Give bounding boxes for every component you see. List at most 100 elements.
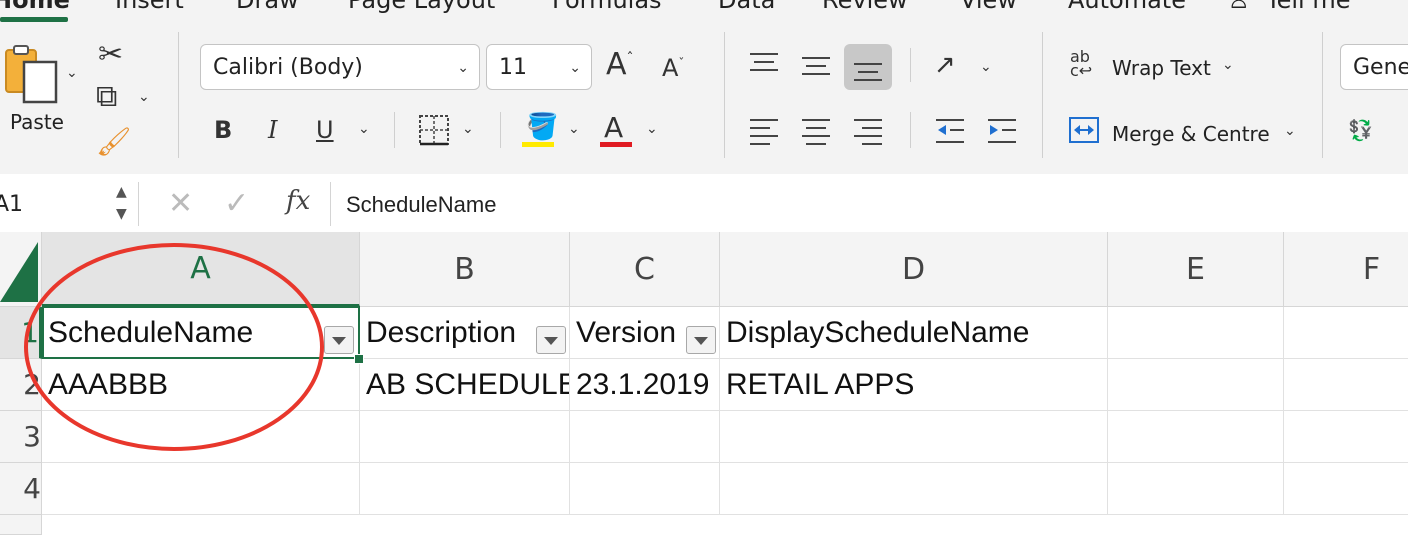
- filter-dropdown-a[interactable]: [324, 326, 354, 354]
- cell-f4[interactable]: [1284, 463, 1408, 515]
- select-all-button[interactable]: [0, 232, 42, 307]
- borders-icon[interactable]: [418, 114, 450, 146]
- column-header-d[interactable]: D: [720, 232, 1108, 307]
- decrease-font-size-icon[interactable]: Aˇ: [662, 56, 684, 80]
- fill-color-icon[interactable]: 🪣: [526, 114, 558, 140]
- cell-c4[interactable]: [570, 463, 720, 515]
- filter-dropdown-b[interactable]: [536, 326, 566, 354]
- font-color-icon[interactable]: A: [604, 114, 623, 142]
- row-header-3[interactable]: 3: [0, 411, 42, 463]
- cell-a3[interactable]: [42, 411, 360, 463]
- tab-review[interactable]: Review: [822, 0, 908, 14]
- underline-icon[interactable]: U: [316, 118, 334, 142]
- wrap-text-button[interactable]: ab c↩ Wrap Text ⌄: [1066, 46, 1266, 86]
- cell-b2[interactable]: AB SCHEDULE: [360, 359, 570, 411]
- cell-f3[interactable]: [1284, 411, 1408, 463]
- cell-c2[interactable]: 23.1.2019: [570, 359, 720, 411]
- font-name-value: Calibri (Body): [213, 55, 363, 80]
- tab-insert[interactable]: Insert: [115, 0, 184, 14]
- fill-handle[interactable]: [354, 354, 364, 364]
- formula-input[interactable]: ScheduleName: [346, 192, 496, 218]
- cell-d1[interactable]: DisplayScheduleName: [720, 307, 1108, 359]
- orientation-icon[interactable]: ↗: [934, 52, 956, 78]
- lightbulb-icon[interactable]: ♙: [1228, 0, 1250, 14]
- filter-dropdown-c[interactable]: [686, 326, 716, 354]
- cell-a1[interactable]: ScheduleName: [42, 307, 360, 359]
- fill-color-swatch: [522, 142, 554, 147]
- align-center-icon[interactable]: [800, 116, 832, 146]
- formula-bar: A1 ▲ ▼ ✕ ✓ fx ScheduleName: [0, 174, 1408, 233]
- cell-d2[interactable]: RETAIL APPS: [720, 359, 1108, 411]
- tab-view[interactable]: View: [960, 0, 1017, 14]
- merge-centre-icon: [1069, 117, 1099, 143]
- row-header-2[interactable]: 2: [0, 359, 42, 411]
- enter-icon[interactable]: ✓: [224, 186, 249, 221]
- align-bottom-button[interactable]: [844, 44, 892, 90]
- cancel-icon[interactable]: ✕: [168, 186, 193, 221]
- tab-automate[interactable]: Automate: [1068, 0, 1186, 14]
- cell-e3[interactable]: [1108, 411, 1284, 463]
- font-color-swatch: [600, 142, 632, 147]
- name-box-up-icon[interactable]: ▲: [116, 184, 127, 200]
- cell-d3[interactable]: [720, 411, 1108, 463]
- decrease-indent-icon[interactable]: [934, 116, 966, 146]
- number-format-value: General: [1353, 55, 1408, 80]
- align-middle-icon[interactable]: [800, 52, 832, 80]
- row-header-1[interactable]: 1: [0, 307, 42, 359]
- cell-e4[interactable]: [1108, 463, 1284, 515]
- cell-d4[interactable]: [720, 463, 1108, 515]
- column-header-e[interactable]: E: [1108, 232, 1284, 307]
- number-format-select[interactable]: General: [1340, 44, 1408, 90]
- cell-b4[interactable]: [360, 463, 570, 515]
- name-box[interactable]: A1 ▲ ▼: [0, 182, 139, 226]
- tab-page-layout[interactable]: Page Layout: [348, 0, 495, 14]
- currency-format-icon[interactable]: 💱: [1348, 120, 1373, 140]
- borders-chevron-icon[interactable]: ⌄: [462, 122, 474, 136]
- format-painter-icon[interactable]: 🖌: [96, 128, 132, 156]
- increase-indent-icon[interactable]: [986, 116, 1018, 146]
- align-top-icon[interactable]: [748, 50, 780, 76]
- tab-data[interactable]: Data: [718, 0, 775, 14]
- column-header-c[interactable]: C: [570, 232, 720, 307]
- tab-draw[interactable]: Draw: [236, 0, 299, 14]
- font-name-select[interactable]: Calibri (Body) ⌄: [200, 44, 480, 90]
- row-header-4[interactable]: 4: [0, 463, 42, 515]
- tab-tell-me[interactable]: Tell me: [1266, 0, 1350, 14]
- column-header-b[interactable]: B: [360, 232, 570, 307]
- tab-formulas[interactable]: Formulas: [552, 0, 662, 14]
- bold-icon[interactable]: B: [214, 118, 232, 142]
- italic-icon[interactable]: I: [268, 118, 277, 142]
- cell-f1[interactable]: [1284, 307, 1408, 359]
- fill-color-chevron-icon[interactable]: ⌄: [568, 122, 580, 136]
- name-box-down-icon[interactable]: ▼: [116, 206, 127, 222]
- insert-function-icon[interactable]: fx: [286, 186, 310, 216]
- cell-c3[interactable]: [570, 411, 720, 463]
- orientation-chevron-icon[interactable]: ⌄: [980, 60, 992, 74]
- row-header-5[interactable]: [0, 515, 42, 535]
- underline-chevron-icon[interactable]: ⌄: [358, 122, 370, 136]
- copy-icon[interactable]: ⧉: [96, 82, 117, 112]
- copy-dropdown-chevron-icon[interactable]: ⌄: [138, 90, 150, 104]
- merge-centre-chevron-icon: ⌄: [1284, 123, 1296, 139]
- align-left-icon[interactable]: [748, 116, 780, 146]
- cell-a4[interactable]: [42, 463, 360, 515]
- align-bottom-icon: [854, 63, 882, 81]
- merge-centre-label: Merge & Centre: [1112, 122, 1270, 146]
- align-right-icon[interactable]: [852, 116, 884, 146]
- cell-f2[interactable]: [1284, 359, 1408, 411]
- cell-a2[interactable]: AAABBB: [42, 359, 360, 411]
- font-name-chevron-icon: ⌄: [457, 60, 469, 76]
- increase-font-size-icon[interactable]: Aˆ: [606, 50, 634, 80]
- tab-home[interactable]: Home: [0, 0, 70, 14]
- font-color-chevron-icon[interactable]: ⌄: [646, 122, 658, 136]
- cell-e1[interactable]: [1108, 307, 1284, 359]
- cell-b3[interactable]: [360, 411, 570, 463]
- cell-e2[interactable]: [1108, 359, 1284, 411]
- cut-icon[interactable]: ✂: [98, 40, 123, 70]
- column-header-f[interactable]: F: [1284, 232, 1408, 307]
- font-size-select[interactable]: 11 ⌄: [486, 44, 592, 90]
- column-header-a[interactable]: A: [42, 232, 360, 307]
- merge-centre-button[interactable]: Merge & Centre ⌄: [1066, 112, 1306, 152]
- paste-button[interactable]: Paste: [2, 44, 64, 134]
- paste-dropdown-chevron-icon[interactable]: ⌄: [66, 66, 78, 80]
